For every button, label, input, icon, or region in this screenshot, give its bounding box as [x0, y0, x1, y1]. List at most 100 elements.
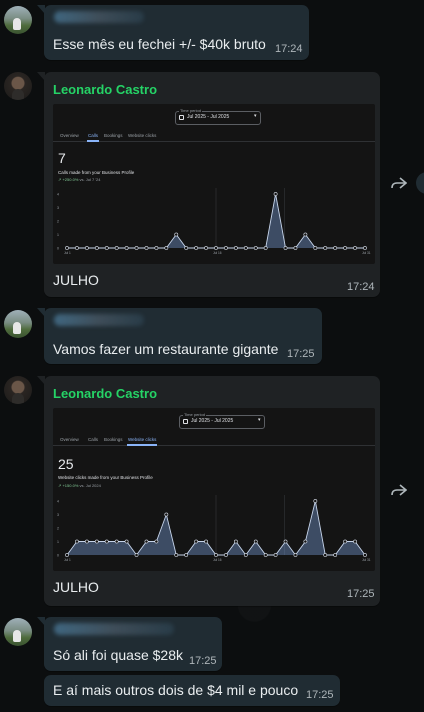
- forward-arrow-icon[interactable]: [386, 477, 412, 503]
- chart-point: [323, 553, 328, 557]
- message-time: 17:24: [275, 43, 303, 55]
- shared-screenshot[interactable]: Time period Jul 2025 - Jul 2025 ▾ Overvi…: [53, 104, 375, 264]
- tab-bookings[interactable]: Bookings: [104, 437, 123, 442]
- message-bubble[interactable]: E aí mais outros dois de $4 mil e pouco …: [44, 675, 340, 706]
- y-tick-label: 4: [57, 500, 59, 504]
- avatar[interactable]: [4, 6, 32, 34]
- image-message-bubble[interactable]: Leonardo Castro Time period Jul 2025 - J…: [37, 72, 380, 297]
- chart-point: [263, 553, 268, 557]
- tab-bar: Overview Calls Bookings Website clicks: [53, 432, 375, 446]
- message-text: Esse mês eu fechei +/- $40k bruto: [53, 36, 266, 52]
- chart-point: [343, 246, 348, 250]
- chart-point: [84, 539, 89, 544]
- chart-point: [233, 539, 238, 544]
- chart-point: [65, 553, 69, 557]
- chart-point: [253, 246, 258, 250]
- message-text: E aí mais outros dois de $4 mil e pouco: [53, 682, 299, 698]
- tab-bar: Overview Calls Bookings Website clicks: [53, 128, 375, 142]
- chart-point: [114, 246, 119, 250]
- active-tab-indicator: [87, 140, 99, 142]
- dropdown-icon: ▾: [258, 417, 261, 423]
- sender-name-redacted: [54, 11, 144, 23]
- y-tick-label: 1: [57, 233, 59, 237]
- sender-name[interactable]: Leonardo Castro: [53, 82, 157, 97]
- chart-point: [303, 232, 308, 237]
- chart-point: [65, 246, 69, 250]
- metric-delta: ↗ +250.0% vs. Jul 7 '24: [58, 177, 101, 182]
- tab-calls[interactable]: Calls: [88, 437, 98, 442]
- message-text: Só ali foi quase $28k: [53, 647, 183, 663]
- x-tick-label: Jul 31: [362, 251, 371, 255]
- chart-point: [194, 246, 199, 250]
- chart-point: [134, 553, 139, 557]
- message-bubble[interactable]: Vamos fazer um restaurante gigante 17:25: [37, 308, 322, 364]
- chart-point: [214, 553, 218, 557]
- chart-point: [184, 246, 189, 250]
- time-period-value: Jul 2025 - Jul 2025: [187, 114, 230, 120]
- chart-point: [75, 539, 79, 544]
- shared-screenshot[interactable]: Time period Jul 2025 - Jul 2025 ▾ Overvi…: [53, 408, 375, 571]
- avatar[interactable]: [4, 310, 32, 338]
- chart-point: [144, 246, 149, 250]
- delta-value: +150.0%: [62, 483, 79, 488]
- chart-point: [343, 539, 348, 544]
- chart-point: [333, 246, 338, 250]
- time-period-value: Jul 2025 - Jul 2025: [191, 418, 234, 424]
- x-tick-label: Jul 31: [362, 558, 371, 562]
- message-time: 17:25: [189, 655, 217, 667]
- y-tick-label: 0: [57, 247, 59, 251]
- time-period-label: Time period: [183, 412, 206, 417]
- chart-point: [104, 246, 109, 250]
- avatar[interactable]: [4, 376, 32, 404]
- chart-point: [353, 246, 357, 250]
- chart-point: [323, 246, 328, 250]
- avatar[interactable]: [4, 72, 32, 100]
- tab-website-clicks[interactable]: Website clicks: [128, 437, 156, 442]
- chart-point: [233, 246, 238, 250]
- y-tick-label: 3: [57, 206, 59, 210]
- message-bubble[interactable]: Só ali foi quase $28k 17:25: [37, 617, 222, 671]
- chart-point: [184, 553, 189, 557]
- forward-arrow-icon[interactable]: [386, 170, 412, 196]
- tab-overview[interactable]: Overview: [60, 133, 79, 138]
- tab-overview[interactable]: Overview: [60, 437, 79, 442]
- chart-point: [124, 539, 129, 544]
- image-caption: JULHO: [53, 579, 99, 595]
- message-time: 17:25: [306, 689, 334, 701]
- message-bubble[interactable]: Esse mês eu fechei +/- $40k bruto 17:24: [37, 5, 309, 60]
- chart-point: [333, 553, 338, 557]
- chart-point: [84, 246, 89, 250]
- sender-name-redacted: [54, 623, 174, 635]
- tab-bookings[interactable]: Bookings: [104, 133, 123, 138]
- chart-point: [204, 539, 208, 544]
- metric-total: 7: [58, 150, 66, 166]
- sender-name[interactable]: Leonardo Castro: [53, 386, 157, 401]
- chart-point: [313, 499, 318, 503]
- time-period-label: Time period: [179, 108, 202, 113]
- x-tick-label: Jul 1: [64, 558, 71, 562]
- message-text: Vamos fazer um restaurante gigante: [53, 341, 279, 357]
- message-time: 17:25: [287, 348, 315, 360]
- chart-point: [273, 192, 278, 196]
- chart-point: [243, 553, 248, 557]
- metric-delta: ↗ +150.0% vs. Jul 2024: [58, 483, 101, 488]
- y-tick-label: 0: [57, 554, 59, 558]
- image-caption: JULHO: [53, 272, 99, 288]
- chart-point: [363, 553, 367, 557]
- chart-point: [75, 246, 79, 250]
- delta-value: +250.0%: [62, 177, 79, 182]
- chart-point: [283, 539, 288, 544]
- chart-point: [224, 246, 228, 250]
- tab-calls[interactable]: Calls: [88, 133, 98, 138]
- chart-point: [154, 539, 159, 544]
- message-time: 17:24: [347, 281, 375, 293]
- active-tab-indicator: [127, 444, 157, 446]
- chart-point: [224, 553, 228, 557]
- website-clicks-area-chart: 0 1 2 3 4 Jul 1 Jul 16 Jul 31: [57, 495, 371, 562]
- chart-point: [253, 539, 258, 544]
- chart-point: [283, 246, 288, 250]
- tab-website-clicks[interactable]: Website clicks: [128, 133, 156, 138]
- image-message-bubble[interactable]: Leonardo Castro Time period Jul 2025 - J…: [37, 376, 380, 606]
- chart-point: [194, 539, 199, 544]
- avatar[interactable]: [4, 618, 32, 646]
